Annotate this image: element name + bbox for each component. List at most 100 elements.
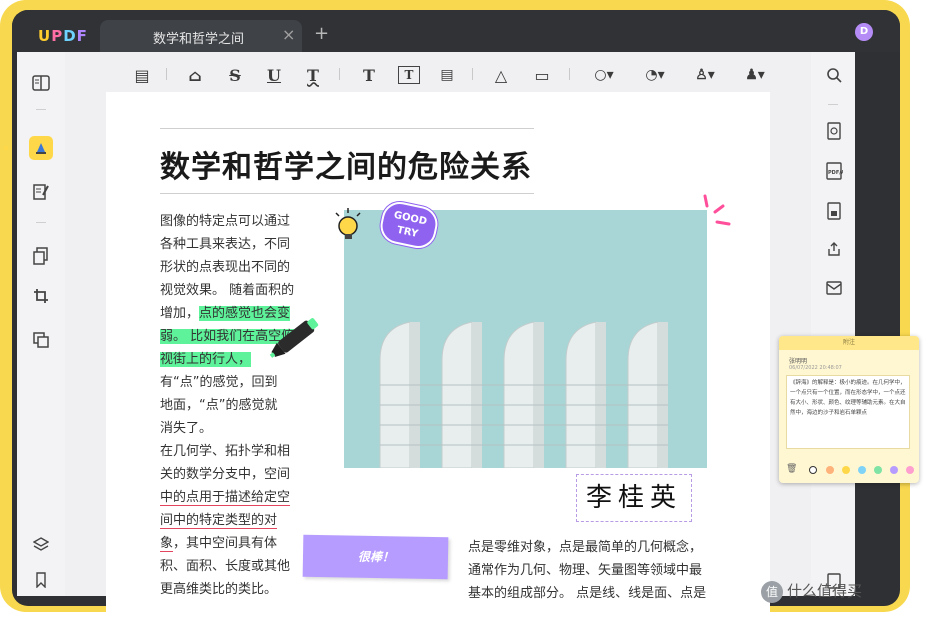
crop-icon[interactable] [29,284,53,308]
column-2-text: 点是零维对象，点是最简单的几何概念， 通常作为几何、物理、矢量图等领域中最 基本… [468,536,706,605]
underline-annotation[interactable]: 象 [160,536,174,552]
pdf-page: 数学和哲学之间的危险关系 图像的特定点可以通过 各种工具来表达，不同 形状的点表… [106,92,797,612]
bookmark-icon[interactable] [29,568,53,592]
squiggly-icon[interactable]: T [303,64,323,86]
watermark-text: 什么值得买 [787,582,863,600]
lightbulb-sticker-icon[interactable] [328,204,368,244]
watermark-logo: 值 [761,580,783,603]
text-line: 图像的特定点可以通过 [160,214,291,229]
ocr-icon[interactable] [823,120,845,142]
logo-letter: U [38,27,52,45]
note-color-white[interactable] [809,466,817,474]
text-line: 各种工具来表达，不同 [160,237,291,252]
sticky-note-sticker[interactable]: 很棒！ [302,534,449,580]
text-line: 积、面积、长度或其他 [160,559,291,574]
pdf-a-icon[interactable]: PDF/A [823,160,845,182]
eraser-icon[interactable]: ▭ [532,64,552,86]
stamp-icon[interactable]: ♙▾ [690,64,720,86]
note-author: 张明明 [789,358,808,365]
organize-pages-icon[interactable] [29,244,53,268]
strikethrough-icon[interactable]: S [225,64,245,86]
annotation-toolbar: ▤ ⌂ S U T T T ▤ △ ▭ ○▾ ◔▾ ♙▾ ♟▾ [65,52,811,96]
highlighter-marker-graphic [269,318,319,358]
note-color-yellow[interactable] [842,466,850,474]
page-title: 数学和哲学之间的危险关系 [160,150,532,185]
note-color-purple[interactable] [890,466,898,474]
text-line: 象，其中空间具有体 [160,532,294,555]
title-rule-bottom [160,193,534,194]
logo-letter: F [76,27,88,45]
text-line: 关的数学分支中，空间 [160,467,291,482]
sparkle-sticker-icon [703,194,731,226]
text-callout-icon[interactable]: ▤ [437,64,457,86]
sidebar-divider [36,109,46,110]
sticker-icon[interactable]: ◔▾ [640,64,670,86]
title-bar: UPDF 数学和哲学之间 × + D [12,10,900,52]
text-line: 中的点用于描述给定空 [160,486,294,509]
building-photo [344,210,707,468]
document-canvas: ▤ ⌂ S U T T T ▤ △ ▭ ○▾ ◔▾ ♙▾ ♟▾ 数学和哲学之间的… [65,52,811,612]
note-date: 06/07/2022 20:48:07 [789,365,842,371]
toolbar-divider [472,68,473,80]
new-tab-button[interactable]: + [314,23,329,44]
toolbar-divider [339,68,340,80]
updf-logo: UPDF [38,27,88,45]
tab-title: 数学和哲学之间 [153,32,245,47]
tab-close-icon[interactable]: × [282,25,295,44]
toolbar-divider [569,68,570,80]
protect-icon[interactable] [823,200,845,222]
text-icon[interactable]: T [359,64,379,86]
note-header: 附注 [779,336,919,350]
text-line: 形状的点表现出不同的 [160,260,291,275]
text-line: 消失了。 [160,421,213,436]
logo-letter: D [63,27,77,45]
underline-annotation[interactable]: 间中的特定类型的对 [160,513,278,529]
search-icon[interactable] [823,64,845,86]
right-sidebar: PDF/A [811,52,855,596]
note-color-green[interactable] [874,466,882,474]
comment-icon[interactable]: ▤ [132,64,152,86]
note-color-pink[interactable] [906,466,914,474]
highlighter-icon[interactable]: ⌂ [185,64,205,86]
highlight-annotation[interactable]: 视街上的行人， [160,352,252,367]
note-color-orange[interactable] [826,466,834,474]
email-icon[interactable] [823,277,845,299]
text-line: 更高维类比的类比。 [160,582,278,597]
document-tab[interactable]: 数学和哲学之间 × [100,20,302,52]
building-illustration [344,210,707,468]
svg-text:PDF/A: PDF/A [828,170,843,176]
text-line: 通常作为几何、物理、矢量图等领域中最 [468,563,703,578]
shape-icon[interactable]: ○▾ [589,64,619,86]
edit-pdf-icon[interactable] [29,180,53,204]
signature-annotation[interactable]: 李桂英 [576,474,692,522]
delete-note-icon[interactable]: 🗑 [786,464,797,474]
scroll-gutter [855,52,888,596]
text-line: 点是零维对象，点是最简单的几何概念， [468,540,703,555]
layers-icon[interactable] [29,532,53,556]
text-line: 在几何学、拓扑学和相 [160,444,291,459]
note-text-area[interactable]: 《辞海》的解释是：极小的痕迹。在几何学中，一个点只有一个位置，而在形态学中，一个… [786,375,910,449]
pencil-icon[interactable]: △ [491,64,511,86]
reader-mode-icon[interactable] [29,71,53,95]
left-sidebar [4,52,65,596]
share-icon[interactable] [823,238,845,260]
note-color-blue[interactable] [858,466,866,474]
convert-icon[interactable] [29,328,53,352]
text-span: ，其中空间具有体 [173,536,278,551]
text-line: 间中的特定类型的对 [160,509,294,532]
signature-icon[interactable]: ♟▾ [740,64,770,86]
active-indicator [4,146,8,150]
logo-letter: P [51,27,64,45]
toolbar-divider [166,68,167,80]
comment-mode-icon[interactable] [29,136,53,160]
column-1-text: 图像的特定点可以通过 各种工具来表达，不同 形状的点表现出不同的 视觉效果。 随… [160,210,295,601]
text-line: 视觉效果。 随着面积的 [160,283,295,298]
text-line: 基本的组成部分。 点是线、线是面、点是 [468,586,707,601]
watermark: 值什么值得买 [761,580,862,603]
underline-icon[interactable]: U [264,64,284,86]
textbox-icon[interactable]: T [398,66,420,84]
underline-annotation[interactable]: 中的点用于描述给定空 [160,490,291,506]
sticky-note-text: 很棒！ [357,549,395,565]
user-avatar[interactable]: D [855,23,873,41]
comment-note-popup[interactable]: 附注 张明明 06/07/2022 20:48:07 《辞海》的解释是：极小的痕… [779,336,919,483]
